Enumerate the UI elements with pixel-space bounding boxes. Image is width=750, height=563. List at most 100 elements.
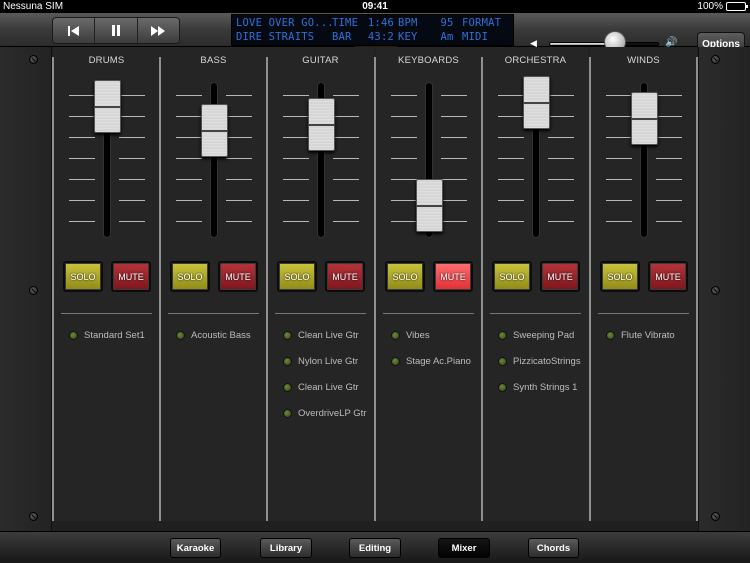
instrument-name: OverdriveLP Gtr [298, 408, 367, 419]
tab-mixer[interactable]: Mixer [438, 538, 490, 558]
fader-scale-tick [69, 137, 95, 138]
section-divider [61, 313, 152, 314]
fader-scale-tick [498, 221, 524, 222]
volume-fader-knob[interactable] [523, 76, 550, 129]
fader-scale-tick [283, 137, 309, 138]
channel-strip-guitar: GUITAR SOLO MUTE Clean Live Gtr Nylon Live G… [267, 47, 374, 521]
solo-label: SOLO [70, 271, 96, 282]
fader-scale-tick [119, 116, 145, 117]
screw-icon [29, 512, 38, 521]
instrument-item[interactable]: Vibes [391, 330, 430, 341]
screw-icon [29, 286, 38, 295]
instrument-led-icon [498, 331, 507, 340]
volume-fader-knob[interactable] [94, 80, 121, 133]
fader-scale-tick [606, 137, 632, 138]
tab-chords[interactable]: Chords [528, 538, 579, 558]
song-info-display[interactable]: LOVE OVER GO... TIME 1:46 BPM 95 FORMAT … [231, 14, 514, 46]
fader-scale-tick [606, 221, 632, 222]
instrument-item[interactable]: PizzicatoStrings [498, 356, 581, 367]
fader-scale-tick [656, 200, 682, 201]
screw-icon [29, 55, 38, 64]
volume-fader-knob[interactable] [201, 104, 228, 157]
section-divider [490, 313, 581, 314]
fader-scale-tick [548, 179, 574, 180]
solo-label: SOLO [607, 271, 633, 282]
tab-karaoke[interactable]: Karaoke [170, 538, 221, 558]
mute-button[interactable]: MUTE [111, 261, 151, 292]
fader-scale-tick [333, 95, 359, 96]
volume-fader-knob[interactable] [631, 92, 658, 145]
fader-scale-tick [391, 200, 417, 201]
mute-button[interactable]: MUTE [218, 261, 258, 292]
instrument-item[interactable]: Nylon Live Gtr [283, 356, 358, 367]
volume-fader-knob[interactable] [416, 179, 443, 232]
solo-button[interactable]: SOLO [600, 261, 640, 292]
fader-scale-tick [441, 137, 467, 138]
instrument-item[interactable]: OverdriveLP Gtr [283, 408, 366, 419]
previous-button[interactable] [53, 18, 96, 43]
artist-name: DIRE STRAITS [236, 31, 315, 43]
solo-button[interactable]: SOLO [492, 261, 532, 292]
next-button[interactable] [138, 18, 179, 43]
fader-scale-tick [656, 116, 682, 117]
fader-scale-tick [656, 179, 682, 180]
fader-scale-tick [391, 221, 417, 222]
fader-scale-tick [548, 137, 574, 138]
tab-editing[interactable]: Editing [349, 538, 401, 558]
volume-fader-knob[interactable] [308, 98, 335, 151]
instrument-name: Synth Strings 1 [513, 382, 578, 393]
instrument-item[interactable]: Acoustic Bass [176, 330, 251, 341]
fader-scale-tick [226, 95, 252, 96]
fader-scale-tick [176, 158, 202, 159]
fader-scale-tick [606, 116, 632, 117]
instrument-item[interactable]: Clean Live Gtr [283, 330, 359, 341]
instrument-item[interactable]: Synth Strings 1 [498, 382, 577, 393]
fader-scale-tick [548, 158, 574, 159]
fader-scale-tick [119, 221, 145, 222]
time-label: TIME [332, 17, 359, 29]
channel-strip-winds: WINDS SOLO MUTE Flute Vibrato [590, 47, 697, 521]
instrument-led-icon [283, 383, 292, 392]
solo-button[interactable]: SOLO [277, 261, 317, 292]
instrument-item[interactable]: Standard Set1 [69, 330, 145, 341]
mute-button[interactable]: MUTE [540, 261, 580, 292]
fader-scale-tick [283, 179, 309, 180]
instrument-item[interactable]: Flute Vibrato [606, 330, 675, 341]
tab-library[interactable]: Library [260, 538, 312, 558]
fader-scale-tick [441, 179, 467, 180]
instrument-item[interactable]: Stage Ac.Piano [391, 356, 471, 367]
right-rail [698, 47, 750, 531]
solo-button[interactable]: SOLO [385, 261, 425, 292]
fader-scale-tick [176, 116, 202, 117]
fader-scale-tick [333, 158, 359, 159]
instrument-item[interactable]: Clean Live Gtr [283, 382, 359, 393]
instrument-item[interactable]: Sweeping Pad [498, 330, 574, 341]
solo-label: SOLO [499, 271, 525, 282]
solo-button[interactable]: SOLO [63, 261, 103, 292]
song-title: LOVE OVER GO... [236, 17, 332, 29]
solo-button[interactable]: SOLO [170, 261, 210, 292]
fader-scale-tick [119, 137, 145, 138]
instrument-name: Vibes [406, 330, 430, 341]
fader-scale-tick [498, 179, 524, 180]
fader-scale-tick [656, 137, 682, 138]
fader-scale-tick [441, 116, 467, 117]
mute-button[interactable]: MUTE [648, 261, 688, 292]
solo-label: SOLO [177, 271, 203, 282]
channel-strip-drums: DRUMS SOLO MUTE Standard Set1 [53, 47, 160, 521]
fader-scale-tick [176, 179, 202, 180]
pause-button[interactable] [95, 18, 138, 43]
clock: 09:41 [362, 1, 388, 12]
fader-scale-tick [441, 221, 467, 222]
mixer-panel: DRUMS SOLO MUTE Standard Set1 BASS SOLO MUTE Ac… [0, 47, 750, 531]
fader-scale-tick [226, 116, 252, 117]
instrument-name: Nylon Live Gtr [298, 356, 359, 367]
fader-scale-tick [333, 200, 359, 201]
mute-button[interactable]: MUTE [325, 261, 365, 292]
fader-scale-tick [548, 116, 574, 117]
bottom-tab-bar: Karaoke Library Editing Mixer Chords [0, 531, 750, 563]
mute-label: MUTE [225, 271, 251, 282]
battery-indicator: 100% [697, 1, 748, 12]
mute-button[interactable]: MUTE [433, 261, 473, 292]
pause-icon [111, 25, 120, 36]
